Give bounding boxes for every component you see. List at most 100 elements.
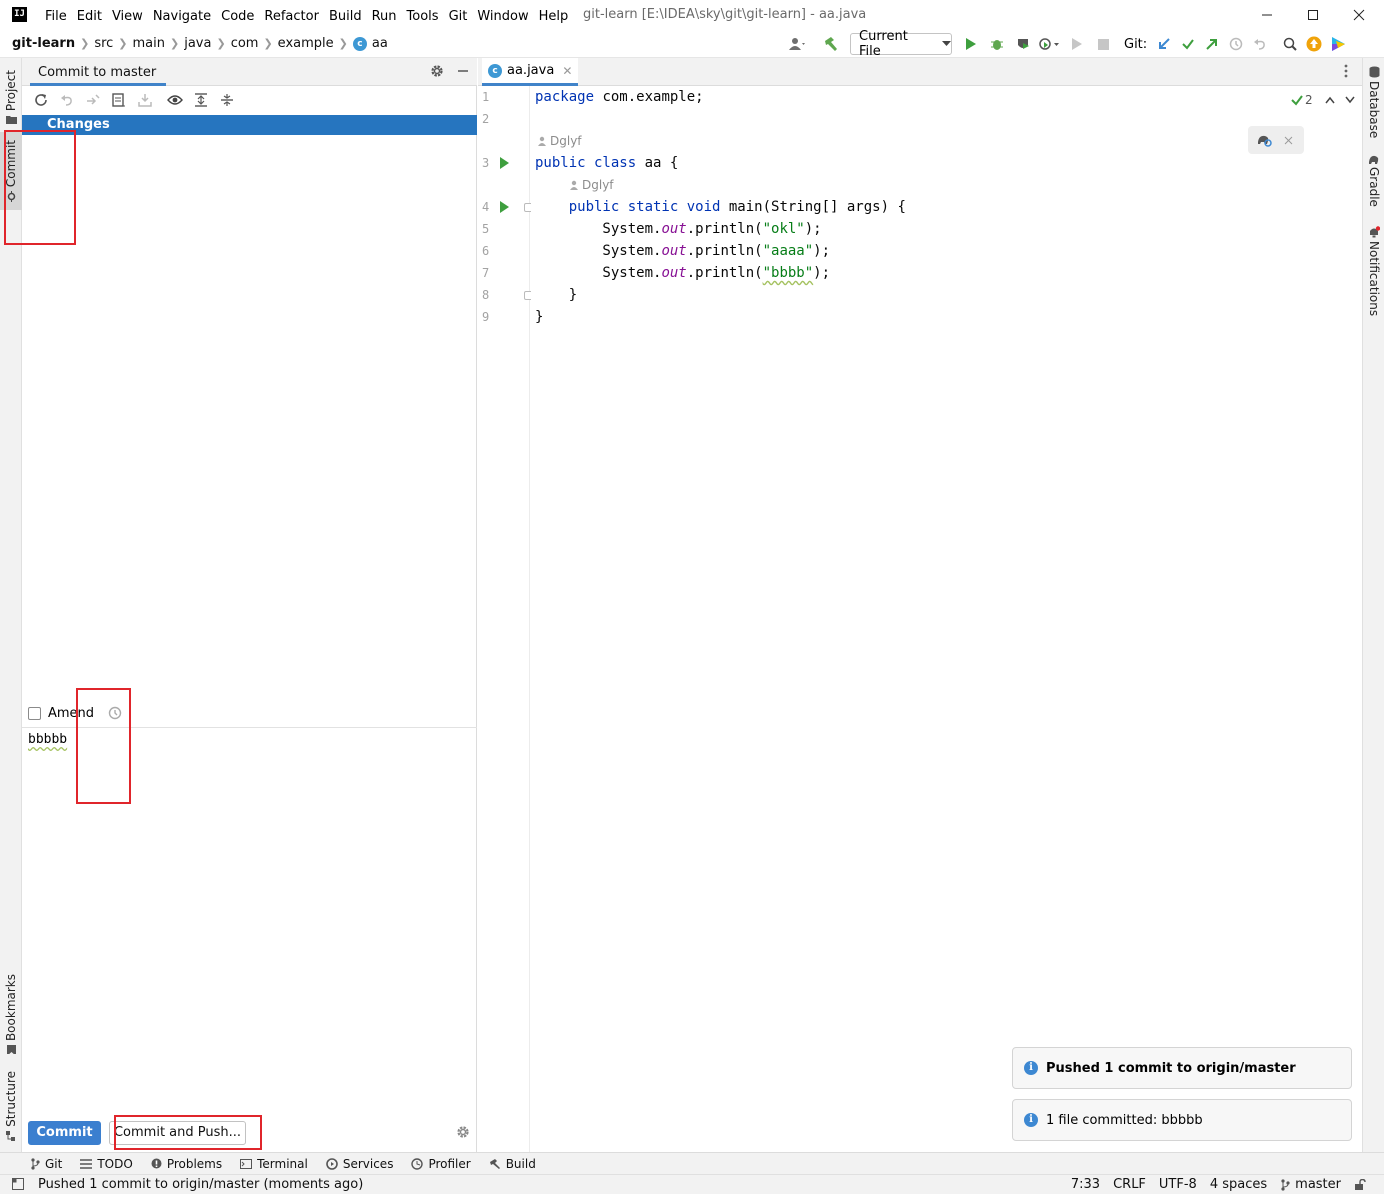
chevron-down-icon[interactable]	[1345, 96, 1355, 104]
code-author-hint[interactable]: Dglyf	[537, 130, 582, 152]
commit-panel-title[interactable]: Commit to master	[38, 65, 156, 80]
indent-setting[interactable]: 4 spaces	[1210, 1177, 1267, 1192]
editor-tab-label: aa.java	[507, 63, 555, 78]
breadcrumb-example[interactable]: example	[278, 36, 334, 51]
refresh-button[interactable]	[28, 90, 54, 110]
hide-panel-button[interactable]	[456, 64, 470, 78]
menu-code[interactable]: Code	[221, 9, 254, 24]
load-gradle-changes-button[interactable]	[1256, 133, 1272, 147]
tool-window-todo[interactable]: TODO	[80, 1157, 133, 1171]
coverage-button[interactable]	[1012, 33, 1034, 55]
tool-window-services[interactable]: Services	[326, 1157, 393, 1171]
tool-window-git[interactable]: Git	[30, 1157, 62, 1171]
stop-button[interactable]	[1092, 33, 1114, 55]
update-available-icon	[1306, 36, 1322, 52]
hammer-icon	[489, 1158, 500, 1169]
tool-window-terminal[interactable]: Terminal	[240, 1157, 308, 1171]
profile-button[interactable]	[1038, 33, 1060, 55]
notification-committed[interactable]: i 1 file committed: bbbbb	[1012, 1099, 1352, 1141]
hammer-icon	[825, 37, 837, 51]
menu-window[interactable]: Window	[477, 9, 528, 24]
tool-window-build[interactable]: Build	[489, 1157, 536, 1171]
tool-window-problems[interactable]: Problems	[151, 1157, 222, 1171]
commit-settings-button[interactable]	[430, 64, 444, 78]
git-rollback-button[interactable]	[1249, 33, 1271, 55]
inspection-widget[interactable]: 2	[1291, 92, 1355, 108]
code-author-hint[interactable]: Dglyf	[569, 174, 614, 196]
debug-button[interactable]	[986, 33, 1008, 55]
jetbrains-plugin-button[interactable]	[1327, 33, 1349, 55]
menu-view[interactable]: View	[112, 9, 143, 24]
maximize-button[interactable]	[1290, 3, 1336, 27]
close-window-button[interactable]	[1336, 3, 1382, 27]
tabs-more-button[interactable]	[1344, 64, 1348, 78]
tool-window-bookmarks[interactable]: Bookmarks	[0, 974, 22, 1054]
ide-update-button[interactable]	[1303, 33, 1325, 55]
caret-position[interactable]: 7:33	[1071, 1177, 1100, 1192]
run-button[interactable]	[960, 33, 982, 55]
breadcrumb-java[interactable]: java	[184, 36, 211, 51]
rollback-button[interactable]	[54, 90, 80, 110]
menu-refactor[interactable]: Refactor	[264, 9, 319, 24]
problems-icon	[151, 1158, 162, 1169]
git-history-button[interactable]	[1225, 33, 1247, 55]
changelist-button[interactable]	[106, 90, 132, 110]
menu-file[interactable]: File	[45, 9, 67, 24]
menu-help[interactable]: Help	[539, 9, 569, 24]
changes-node[interactable]: Changes	[22, 115, 477, 135]
minimize-button[interactable]	[1244, 3, 1290, 27]
commit-options-button[interactable]	[456, 1125, 470, 1139]
code-line: public class aa {	[535, 152, 678, 174]
toggle-tool-windows-button[interactable]	[12, 1178, 24, 1190]
commit-button[interactable]: Commit	[28, 1121, 101, 1145]
view-options-button[interactable]	[162, 90, 188, 110]
jetbrains-logo-icon	[1332, 37, 1346, 51]
menu-run[interactable]: Run	[372, 9, 397, 24]
status-message[interactable]: Pushed 1 commit to origin/master (moment…	[38, 1177, 363, 1192]
menu-git[interactable]: Git	[449, 9, 468, 24]
expand-all-button[interactable]	[188, 90, 214, 110]
code-editor[interactable]: package com.example; Dglyf public class …	[531, 86, 1362, 1152]
line-separator[interactable]: CRLF	[1113, 1177, 1146, 1192]
tool-window-notifications[interactable]: Notifications	[1363, 226, 1384, 316]
run-config-select[interactable]: Current File	[850, 29, 952, 59]
breadcrumb-main[interactable]: main	[133, 36, 165, 51]
menu-tools[interactable]: Tools	[407, 9, 439, 24]
editor-gutter[interactable]: 1 2 3 4 5 6 7 8 9	[478, 86, 533, 1152]
git-branch-widget[interactable]: master	[1280, 1177, 1341, 1192]
breadcrumb-class[interactable]: aa	[372, 36, 388, 51]
notification-pushed[interactable]: i Pushed 1 commit to origin/master	[1012, 1047, 1352, 1089]
run-main-gutter-icon[interactable]	[500, 201, 509, 213]
tool-window-database[interactable]: Database	[1363, 66, 1384, 138]
collapse-all-button[interactable]	[214, 90, 240, 110]
menu-navigate[interactable]: Navigate	[153, 9, 211, 24]
git-update-button[interactable]	[1153, 33, 1175, 55]
show-diff-button[interactable]	[80, 90, 106, 110]
build-button[interactable]	[820, 33, 842, 55]
breadcrumb-com[interactable]: com	[231, 36, 259, 51]
editor-tab-aa-java[interactable]: c aa.java ✕	[482, 58, 579, 86]
chevron-up-icon[interactable]	[1325, 96, 1335, 104]
resume-disabled-icon	[1072, 38, 1082, 50]
profiler-icon	[1039, 38, 1059, 50]
tool-window-gradle[interactable]: Gradle	[1363, 154, 1384, 207]
lock-status-button[interactable]	[1354, 1178, 1366, 1191]
close-floating-toolbar-button[interactable]	[1284, 136, 1293, 145]
run-class-gutter-icon[interactable]	[500, 157, 509, 169]
tool-window-profiler[interactable]: Profiler	[411, 1157, 471, 1171]
close-tab-icon[interactable]: ✕	[562, 64, 572, 78]
git-push-button[interactable]	[1201, 33, 1223, 55]
breadcrumb-project[interactable]: git-learn	[12, 36, 75, 51]
vcs-user-button[interactable]	[786, 33, 808, 55]
menu-build[interactable]: Build	[329, 9, 362, 24]
file-encoding[interactable]: UTF-8	[1159, 1177, 1197, 1192]
tool-window-project[interactable]: Project	[0, 64, 22, 130]
menu-edit[interactable]: Edit	[77, 9, 102, 24]
tool-window-structure[interactable]: Structure	[0, 1070, 22, 1142]
amend-checkbox[interactable]	[28, 706, 41, 720]
attach-debugger-button[interactable]	[1066, 33, 1088, 55]
git-commit-button[interactable]	[1177, 33, 1199, 55]
breadcrumb-src[interactable]: src	[94, 36, 113, 51]
shelve-button[interactable]	[132, 90, 158, 110]
search-everywhere-button[interactable]	[1279, 33, 1301, 55]
